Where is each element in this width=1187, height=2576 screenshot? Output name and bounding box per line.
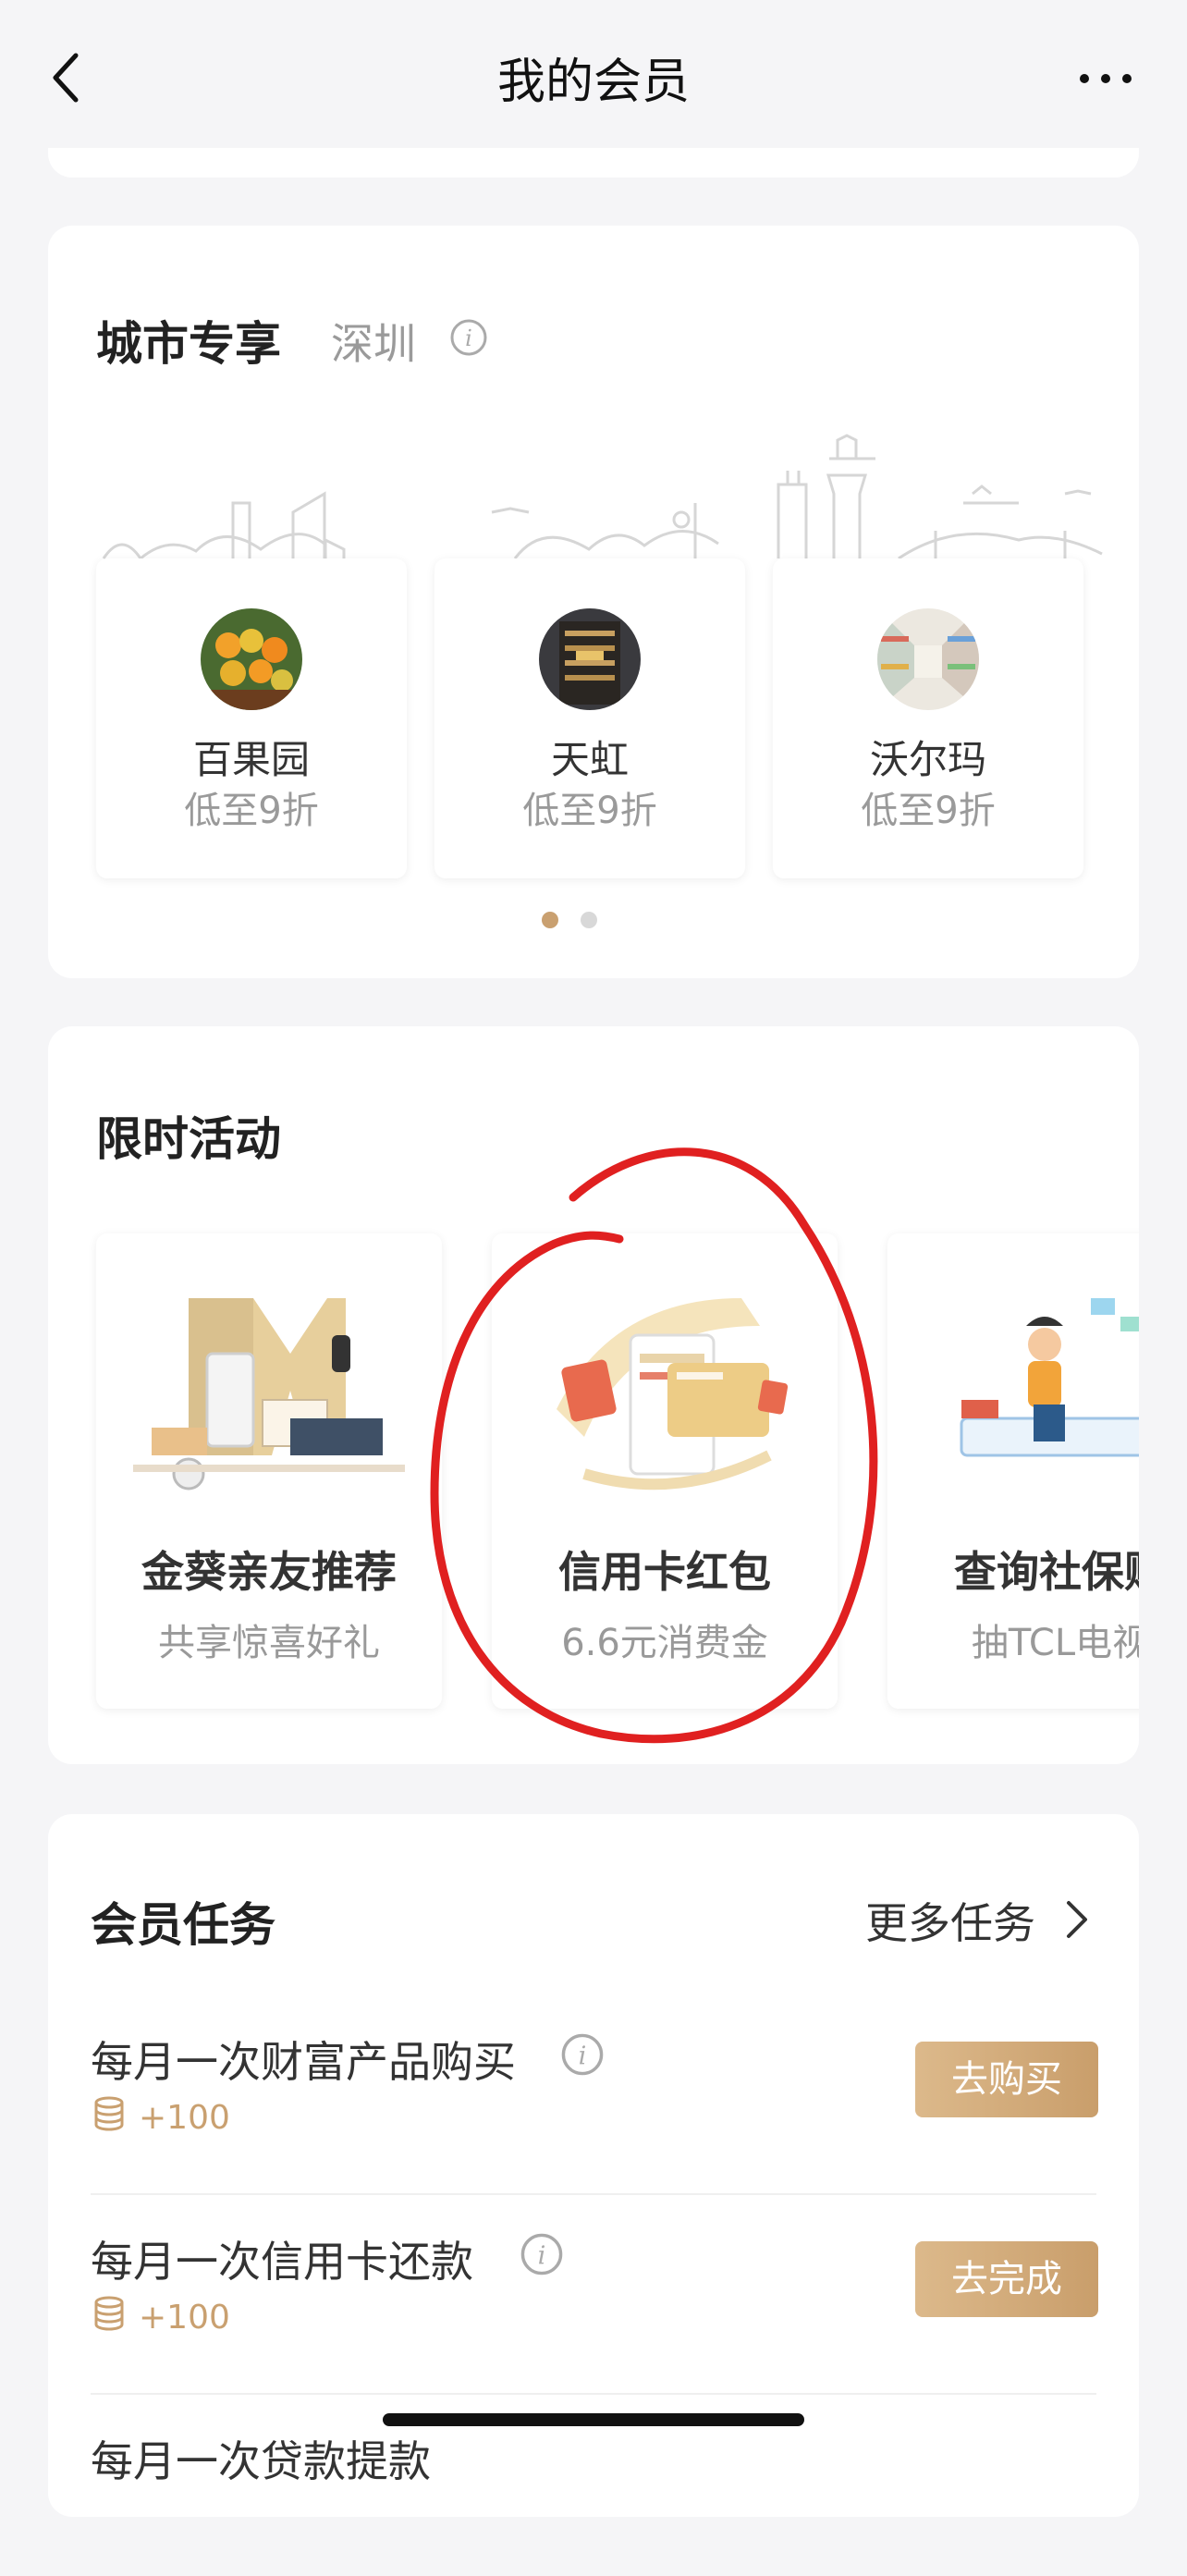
info-icon[interactable]: i: [520, 2232, 564, 2280]
task-points: +100: [139, 2099, 230, 2137]
svg-text:i: i: [465, 325, 472, 351]
store-discount: 低至9折: [861, 790, 996, 832]
activity-title: 查询社保账: [954, 1547, 1139, 1597]
chevron-right-icon[interactable]: [1065, 1899, 1089, 1944]
more-dots-icon[interactable]: [1076, 46, 1135, 105]
coin-stack-icon: [91, 2095, 128, 2136]
home-indicator[interactable]: [383, 2413, 804, 2426]
member-tasks-card: 会员任务 更多任务 每月一次财富产品购买 i +100 去购买 每月一次信用卡还…: [48, 1814, 1139, 2517]
info-icon[interactable]: i: [560, 2032, 605, 2080]
svg-text:i: i: [579, 2042, 587, 2070]
store-card[interactable]: 百果园 低至9折: [96, 558, 407, 878]
store-name: 沃尔玛: [869, 737, 986, 782]
city-section-title: 城市专享: [96, 317, 281, 371]
store-avatar-supermarket: [877, 608, 979, 710]
city-exclusive-card: 城市专享 深圳 i 百果园 低至9折 天虹 低至9折 沃尔玛 低至9折: [48, 226, 1139, 978]
complete-button[interactable]: 去完成: [915, 2241, 1098, 2317]
activity-subtitle: 共享惊喜好礼: [158, 1622, 380, 1664]
store-card[interactable]: 沃尔玛 低至9折: [773, 558, 1083, 878]
task-row: 每月一次财富产品购买 i +100 去购买: [48, 1977, 1139, 2177]
activity-subtitle: 抽TCL电视: [971, 1622, 1139, 1664]
activity-card[interactable]: 金葵亲友推荐 共享惊喜好礼: [96, 1233, 442, 1709]
nav-bar: 我的会员: [0, 0, 1187, 148]
task-row: 每月一次信用卡还款 i +100 去完成: [48, 2177, 1139, 2376]
info-icon[interactable]: i: [449, 318, 488, 361]
activities-card: 限时活动 金葵亲友推荐 共享惊喜好礼 信用卡红包 6.6元消费金 查询社保 抽T…: [48, 1026, 1139, 1764]
store-discount: 低至9折: [184, 790, 319, 832]
coin-stack-icon: [91, 2295, 128, 2336]
city-skyline-illustration: [102, 434, 1103, 561]
store-card[interactable]: 天虹 低至9折: [434, 558, 745, 878]
activity-subtitle: 6.6元消费金: [561, 1622, 768, 1664]
task-name: 每月一次贷款提款: [91, 2436, 431, 2486]
store-discount: 低至9折: [522, 790, 657, 832]
activity-card[interactable]: 信用卡红包 6.6元消费金: [492, 1233, 838, 1709]
city-name[interactable]: 深圳: [331, 311, 416, 372]
carousel-dot[interactable]: [581, 912, 597, 928]
tasks-section-title: 会员任务: [91, 1898, 275, 1952]
store-name: 天虹: [550, 737, 629, 782]
store-avatar-mall: [539, 608, 641, 710]
store-name: 百果园: [192, 737, 310, 782]
task-name: 每月一次财富产品购买: [91, 2037, 516, 2087]
task-name: 每月一次信用卡还款: [91, 2237, 473, 2287]
more-tasks-link[interactable]: 更多任务: [865, 1890, 1035, 1951]
carousel-dot-active[interactable]: [542, 912, 558, 928]
activity-title: 信用卡红包: [558, 1547, 771, 1597]
buy-button[interactable]: 去购买: [915, 2042, 1098, 2117]
gift-illustration: [133, 1298, 405, 1490]
activity-title: 金葵亲友推荐: [141, 1547, 397, 1597]
page-title: 我的会员: [496, 55, 690, 110]
social-security-illustration: [960, 1298, 1139, 1457]
svg-text:i: i: [538, 2241, 546, 2270]
activities-section-title: 限时活动: [96, 1112, 281, 1166]
credit-card-redpacket-illustration: [557, 1298, 789, 1490]
task-row: 每月一次贷款提款: [48, 2376, 1139, 2576]
task-points: +100: [139, 2299, 230, 2337]
activity-card[interactable]: 查询社保账 抽TCL电视: [887, 1233, 1139, 1709]
store-avatar-fruit: [201, 608, 302, 710]
